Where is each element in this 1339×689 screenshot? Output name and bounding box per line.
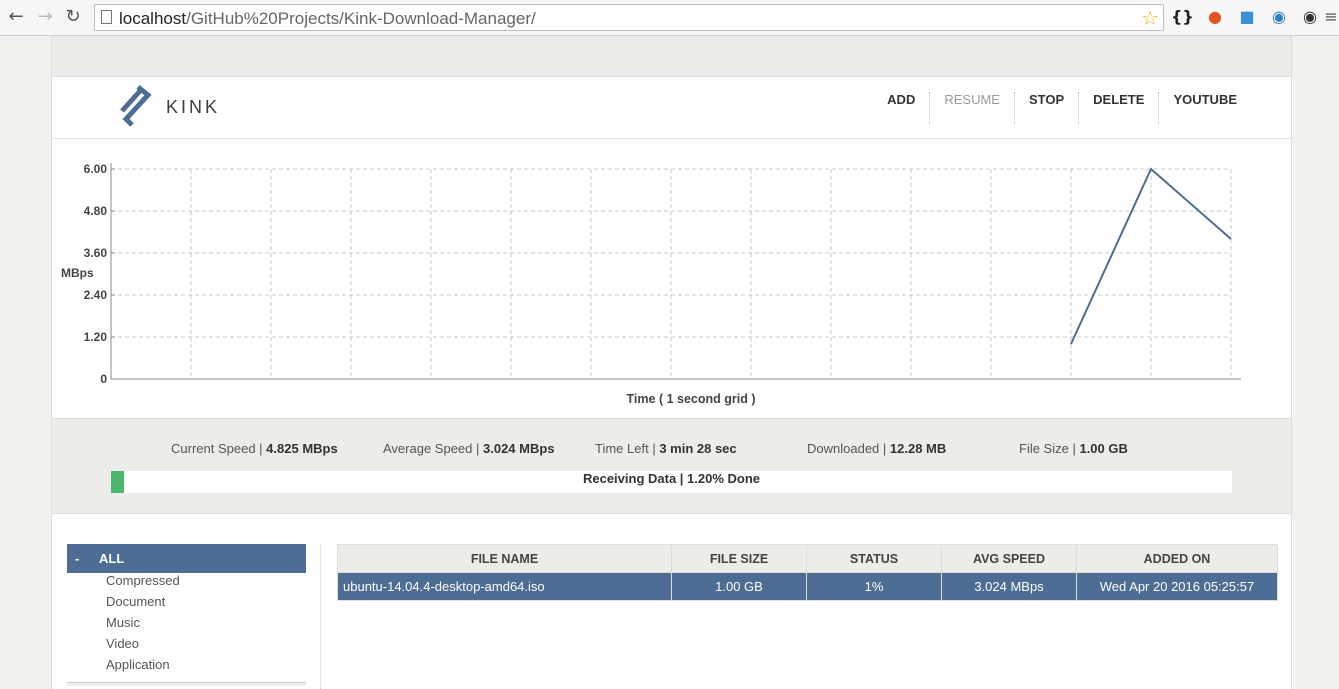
x-axis-label: Time ( 1 second grid ): [627, 392, 756, 406]
cell-status[interactable]: 1%: [806, 572, 942, 601]
top-band: [52, 36, 1291, 77]
y-tick-label: 6.00: [84, 162, 108, 176]
category-application[interactable]: Application: [67, 657, 306, 678]
main-menu: ADD RESUME STOP DELETE YOUTUBE: [873, 92, 1251, 124]
page-icon: [101, 10, 112, 24]
logo-text: KINK: [166, 97, 221, 117]
table-row[interactable]: ubuntu-14.04.4-desktop-amd64.iso 1.00 GB…: [337, 572, 1278, 601]
category-sidebar: - ALL Compressed Document Music Video App…: [67, 544, 306, 686]
table-header-row: FILE NAME FILE SIZE STATUS AVG SPEED ADD…: [337, 544, 1278, 573]
col-avg-speed[interactable]: AVG SPEED: [941, 544, 1077, 573]
menu-icon[interactable]: ≡: [1320, 7, 1339, 29]
sidebar-divider: [67, 682, 306, 686]
y-axis-label: MBps: [61, 266, 94, 280]
cell-file-size[interactable]: 1.00 GB: [671, 572, 807, 601]
y-tick-label: 0: [100, 372, 107, 386]
col-status[interactable]: STATUS: [806, 544, 942, 573]
category-music[interactable]: Music: [67, 615, 306, 636]
stats-bar: Current Speed | 4.825 MBps Average Speed…: [52, 418, 1291, 514]
y-tick-label: 3.60: [84, 246, 108, 260]
download-progress-bar: Receiving Data | 1.20% Done: [111, 471, 1232, 493]
category-all-label: ALL: [99, 551, 125, 566]
category-compressed[interactable]: Compressed: [67, 573, 306, 594]
color-extension-icon[interactable]: ◉: [1299, 7, 1321, 29]
file-size-stat: File Size | 1.00 GB: [1019, 441, 1128, 456]
bookmark-star-icon[interactable]: ☆: [1141, 6, 1159, 30]
cell-file-name[interactable]: ubuntu-14.04.4-desktop-amd64.iso: [337, 572, 672, 601]
json-extension-icon[interactable]: {}: [1171, 7, 1194, 29]
eye-extension-icon[interactable]: ◉: [1268, 7, 1290, 29]
url-text: localhost/GitHub%20Projects/Kink-Downloa…: [119, 9, 536, 28]
cell-added-on[interactable]: Wed Apr 20 2016 05:25:57: [1076, 572, 1278, 601]
menu-add-button[interactable]: ADD: [873, 92, 929, 124]
back-icon[interactable]: ←: [5, 6, 27, 28]
time-left-stat: Time Left | 3 min 28 sec: [595, 441, 737, 456]
y-tick-label: 4.80: [84, 204, 108, 218]
ghost-extension-icon[interactable]: ■: [1236, 7, 1258, 29]
menu-resume-button[interactable]: RESUME: [929, 92, 1014, 124]
app-header: KINK ADD RESUME STOP DELETE YOUTUBE: [52, 77, 1291, 139]
menu-youtube-button[interactable]: YOUTUBE: [1158, 92, 1251, 124]
col-file-name[interactable]: FILE NAME: [337, 544, 672, 573]
col-added-on[interactable]: ADDED ON: [1076, 544, 1278, 573]
y-tick-label: 2.40: [84, 288, 108, 302]
menu-stop-button[interactable]: STOP: [1013, 92, 1078, 124]
fire-extension-icon[interactable]: ●: [1204, 7, 1226, 29]
category-all[interactable]: - ALL: [67, 544, 306, 573]
progress-text: Receiving Data | 1.20% Done: [582, 471, 761, 486]
page-container: KINK ADD RESUME STOP DELETE YOUTUBE 0 1.2…: [51, 36, 1292, 689]
downloaded-stat: Downloaded | 12.28 MB: [807, 441, 947, 456]
browser-toolbar: ← → ↻ localhost/GitHub%20Projects/Kink-D…: [0, 0, 1339, 36]
average-speed-stat: Average Speed | 3.024 MBps: [383, 441, 555, 456]
menu-delete-button[interactable]: DELETE: [1078, 92, 1158, 124]
collapse-toggle[interactable]: -: [75, 544, 99, 573]
speed-chart: 0 1.20 2.40 3.60 4.80 6.00 MBps Time ( 1 seco…: [61, 162, 1241, 406]
category-document[interactable]: Document: [67, 594, 306, 615]
cell-avg-speed[interactable]: 3.024 MBps: [941, 572, 1077, 601]
forward-icon[interactable]: →: [34, 6, 56, 28]
reload-icon[interactable]: ↻: [62, 6, 84, 28]
download-table: FILE NAME FILE SIZE STATUS AVG SPEED ADD…: [337, 544, 1278, 601]
kink-logo-icon[interactable]: [118, 85, 154, 129]
chart-grid: [111, 168, 1232, 379]
y-tick-label: 1.20: [84, 330, 108, 344]
column-divider: [320, 544, 321, 689]
col-file-size[interactable]: FILE SIZE: [671, 544, 807, 573]
current-speed-stat: Current Speed | 4.825 MBps: [171, 441, 338, 456]
address-bar[interactable]: localhost/GitHub%20Projects/Kink-Downloa…: [94, 4, 1164, 31]
category-video[interactable]: Video: [67, 636, 306, 657]
